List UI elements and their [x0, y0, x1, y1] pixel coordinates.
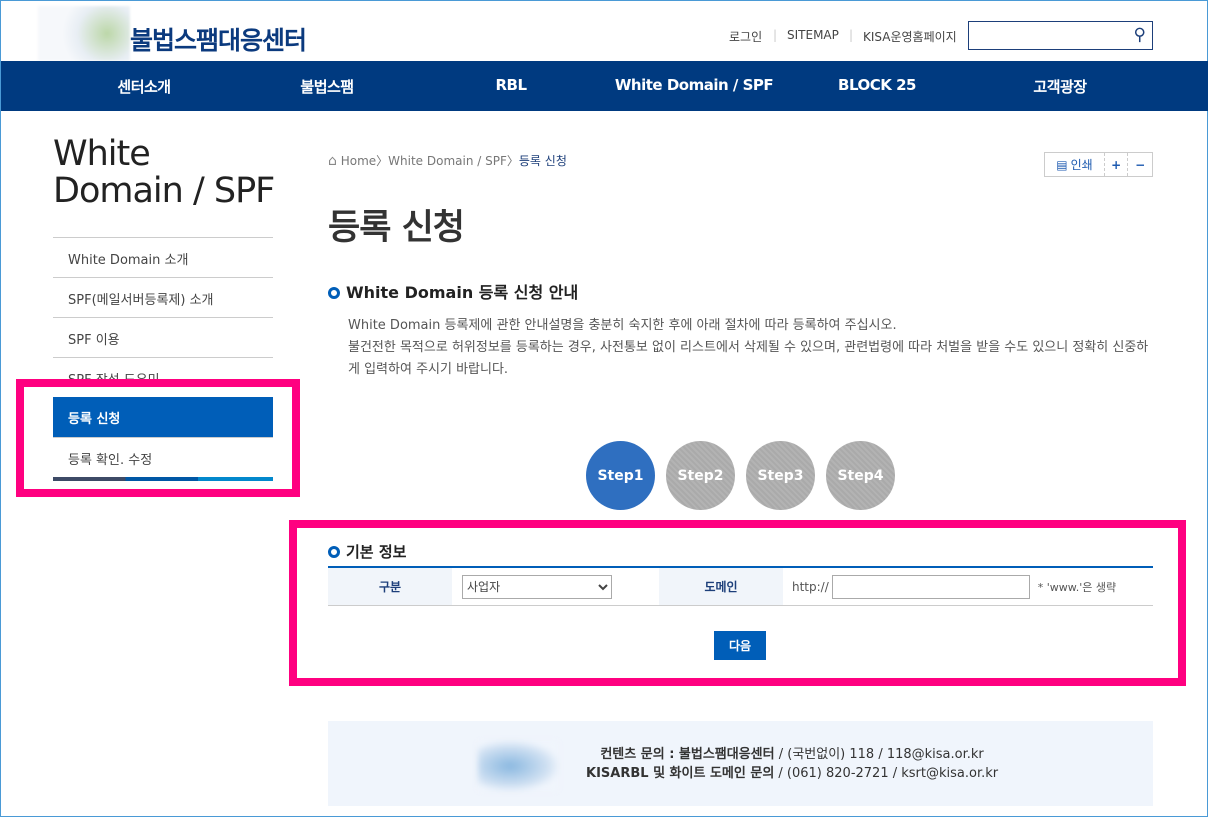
login-link[interactable]: 로그인 — [729, 28, 762, 45]
sidebar-item-spf-intro[interactable]: SPF(메일서버등록제) 소개 — [53, 277, 273, 317]
domain-input[interactable] — [831, 574, 1030, 599]
sitemap-link[interactable]: SITEMAP — [787, 28, 839, 42]
type-cell: 사업자 — [452, 568, 659, 605]
page-title: 등록 신청 — [328, 208, 465, 248]
breadcrumb-home[interactable]: Home — [341, 154, 376, 168]
sidebar-item-spf-helper[interactable]: SPF 작성 도우미 — [53, 357, 273, 397]
guide-title: White Domain 등록 신청 안내 — [346, 283, 579, 302]
domain-note: * 'www.'은 생략 — [1037, 580, 1117, 594]
main-nav: 센터소개 불법스팸 RBL White Domain / SPF BLOCK 2… — [1, 61, 1208, 111]
divider: | — [773, 28, 778, 42]
contact-info: / (061) 820-2721 / ksrt@kisa.or.kr — [774, 766, 999, 781]
type-label: 구분 — [328, 568, 452, 605]
print-icon: ▤ — [1056, 157, 1068, 172]
zoom-in-button[interactable]: + — [1105, 153, 1129, 176]
print-button[interactable]: ▤ 인쇄 — [1045, 153, 1105, 176]
step-1: Step1 — [586, 441, 655, 510]
form-title: 기본 정보 — [346, 543, 407, 561]
sidebar-title: White Domain / SPF — [53, 134, 275, 211]
sidebar-title-line: Domain / SPF — [53, 171, 275, 211]
step-3: Step3 — [746, 441, 815, 510]
nav-spam[interactable]: 불법스팸 — [300, 76, 354, 97]
guide-line: 불건전한 목적으로 허위정보를 등록하는 경우, 사전통보 없이 리스트에서 삭… — [348, 340, 1149, 377]
guide-line: White Domain 등록제에 관한 안내설명을 충분히 숙지한 후에 아래… — [348, 318, 897, 333]
kisa-link[interactable]: KISA운영홈페이지 — [863, 28, 957, 45]
divider: | — [849, 28, 854, 42]
contact-footer: 컨텐츠 문의 : 불법스팸대응센터 / (국번없이) 118 / 118@kis… — [328, 721, 1153, 806]
breadcrumb-sep: 〉 — [506, 154, 519, 168]
nav-center[interactable]: 센터소개 — [117, 76, 171, 97]
guide-heading: White Domain 등록 신청 안내 — [328, 279, 578, 303]
print-label: 인쇄 — [1070, 158, 1093, 172]
basic-info-form: 구분 사업자 도메인 http:// * 'www.'은 생략 — [328, 566, 1153, 606]
contact-info: / (국번없이) 118 / 118@kisa.or.kr — [774, 747, 984, 762]
sidebar-item-spf-use[interactable]: SPF 이용 — [53, 317, 273, 357]
nav-whitedomain[interactable]: White Domain / SPF — [615, 76, 774, 94]
breadcrumb-sep: 〉 — [376, 154, 389, 168]
site-title[interactable]: 불법스팸대응센터 — [130, 21, 307, 57]
breadcrumb: ⌂ Home〉White Domain / SPF〉등록 신청 — [328, 152, 567, 169]
bullet-ring-icon — [328, 546, 340, 558]
breadcrumb-current: 등록 신청 — [518, 154, 567, 168]
domain-prefix: http:// — [792, 579, 829, 594]
contact-label: KISARBL 및 화이트 도메인 문의 — [586, 766, 775, 781]
search-box: ⚲ — [968, 21, 1153, 50]
step-2: Step2 — [666, 441, 735, 510]
domain-label: 도메인 — [659, 568, 783, 605]
sidebar-item-whitedomain-intro[interactable]: White Domain 소개 — [53, 237, 273, 277]
sidebar-item-register[interactable]: 등록 신청 — [53, 397, 273, 437]
logo-image[interactable] — [38, 6, 130, 61]
form-heading: 기본 정보 — [328, 541, 406, 562]
contact-label: 컨텐츠 문의 : 불법스팸대응센터 — [600, 747, 775, 762]
sidebar-title-line: White — [53, 134, 151, 174]
search-icon[interactable]: ⚲ — [1134, 25, 1146, 45]
nav-block25[interactable]: BLOCK 25 — [838, 76, 916, 94]
search-input[interactable] — [969, 22, 1119, 49]
next-button[interactable]: 다음 — [714, 631, 766, 660]
footer-logo — [478, 741, 558, 791]
sidebar-bottom-bar — [53, 477, 273, 481]
guide-description: White Domain 등록제에 관한 안내설명을 충분히 숙지한 후에 아래… — [348, 315, 1153, 381]
zoom-out-button[interactable]: − — [1128, 153, 1152, 176]
step-4: Step4 — [826, 441, 895, 510]
bullet-ring-icon — [328, 287, 340, 299]
type-select[interactable]: 사업자 — [462, 574, 612, 599]
breadcrumb-level1[interactable]: White Domain / SPF — [388, 154, 507, 168]
nav-customer[interactable]: 고객광장 — [1033, 76, 1087, 97]
domain-cell: http:// * 'www.'은 생략 — [783, 568, 1116, 605]
home-icon[interactable]: ⌂ — [328, 153, 337, 169]
sidebar-item-check-edit[interactable]: 등록 확인. 수정 — [53, 437, 273, 477]
page-tools: ▤ 인쇄 + − — [1044, 152, 1153, 177]
footer-text: 컨텐츠 문의 : 불법스팸대응센터 / (국번없이) 118 / 118@kis… — [586, 745, 998, 783]
nav-rbl[interactable]: RBL — [495, 76, 527, 94]
